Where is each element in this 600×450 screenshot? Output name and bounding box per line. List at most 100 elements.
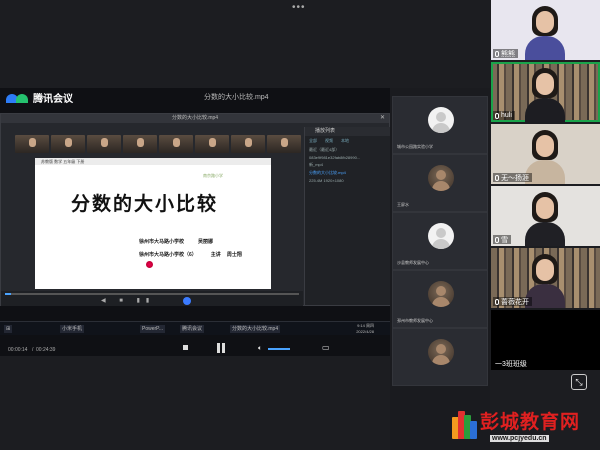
expand-icon[interactable]: ⤡ xyxy=(571,374,587,390)
meeting-playback-bar: 00:00:14 / 00:24:39 🔈︎ ▭ xyxy=(0,336,390,360)
video-tile[interactable]: 雪 xyxy=(491,186,600,246)
avatar xyxy=(428,223,454,249)
taskbar-item[interactable]: 分数的大小比较.mp4 xyxy=(230,325,281,333)
microphone-icon xyxy=(495,174,499,181)
book-logo-icon xyxy=(452,409,477,439)
participant-name: 城市公园路实验小学 xyxy=(397,144,433,149)
microphone-icon xyxy=(495,236,499,243)
person-face xyxy=(536,135,554,157)
taskbar-date: 2022/4/28 xyxy=(356,329,374,334)
slide-author-org: 徐州市大马路小学校 xyxy=(139,239,185,245)
slide-title: 分数的大小比较 xyxy=(71,193,219,215)
video-tile[interactable]: 熊熊 xyxy=(491,0,600,60)
player-title: 分数的大小比较.mp4 xyxy=(171,115,219,121)
participant-thumb xyxy=(87,135,121,153)
video-name-tag: 无～扬涯 xyxy=(493,173,532,182)
slide-header: 苏教版 数学 五年级 下册 xyxy=(35,158,271,165)
person-face xyxy=(536,73,554,95)
player-buttons[interactable]: ◀ ■ ▮▮ xyxy=(101,297,155,304)
participant-tile[interactable]: 城市公园路实验小学 xyxy=(392,96,488,154)
participant-thumb xyxy=(123,135,157,153)
video-name-tag: 熊熊 xyxy=(493,49,518,58)
participant-thumb xyxy=(51,135,85,153)
taskbar-time: 9:14 周四 xyxy=(357,323,374,328)
person-body xyxy=(525,98,565,122)
video-name: 蔷薇花开 xyxy=(501,298,529,306)
taskbar-clock: 9:14 周四 2022/4/28 xyxy=(356,323,374,335)
watermark-url: www.pcjyedu.cn xyxy=(490,435,549,442)
tencent-meeting-logo-icon xyxy=(6,93,30,103)
pause-icon[interactable] xyxy=(217,343,225,353)
participant-video xyxy=(525,192,565,246)
person-body xyxy=(525,36,565,60)
meeting-window: ••• 腾讯会议 分数的大小比较.mp4 分数的大小比较.mp4 ✕ 苏教版 数… xyxy=(0,0,600,450)
playlist-panel: 播放列表 全部 视频 本地 最近（最近4部） 083e9f981e32fab8f… xyxy=(304,127,390,305)
player-controls: ◀ ■ ▮▮ xyxy=(1,291,303,306)
stop-icon[interactable] xyxy=(183,345,188,350)
playlist-row-active[interactable]: 分数的大小比较.mp4 xyxy=(305,169,390,177)
participant-tile[interactable]: 沙县教师发展中心 xyxy=(392,212,488,270)
video-tile[interactable]: huli xyxy=(491,62,600,122)
start-icon[interactable]: ⊞ xyxy=(4,325,13,333)
playlist-tab[interactable]: 视频 xyxy=(325,138,333,144)
slide-presenter-org: 徐州市大马路小学校（6） xyxy=(139,252,197,258)
person-face xyxy=(536,259,554,281)
participant-thumb xyxy=(231,135,265,153)
more-icon[interactable]: ••• xyxy=(292,2,306,13)
participant-video xyxy=(525,6,565,60)
player-titlebar: 分数的大小比较.mp4 ✕ xyxy=(1,114,389,123)
video-name: 熊熊 xyxy=(501,50,515,58)
playlist-tab[interactable]: 本地 xyxy=(341,138,349,144)
participant-name: 王屏水 xyxy=(397,202,409,207)
video-tile[interactable]: 一3班班级 xyxy=(491,310,600,370)
shared-file-title: 分数的大小比较.mp4 xyxy=(204,94,269,101)
windows-taskbar: ⊞ 小米手机 PowerP... 腾讯会议 分数的大小比较.mp4 9:14 周… xyxy=(0,321,390,335)
elapsed-time: 00:00:14 xyxy=(8,347,28,353)
app-logo: 腾讯会议 xyxy=(6,90,73,105)
video-tile[interactable]: 无～扬涯 xyxy=(491,124,600,184)
video-name: 雪 xyxy=(501,236,508,244)
player-progress-bar[interactable] xyxy=(5,293,299,295)
app-name: 腾讯会议 xyxy=(33,94,73,105)
volume-slider[interactable] xyxy=(268,348,290,350)
video-player-window: 分数的大小比较.mp4 ✕ 苏教版 数学 五年级 下册 南京路小学 分数的大小比… xyxy=(0,113,390,306)
participant-thumb xyxy=(195,135,229,153)
microphone-icon xyxy=(495,112,499,119)
slide-emblem-icon xyxy=(146,261,153,268)
watermark-brand: 彭城教育网 xyxy=(480,411,581,433)
participant-thumb xyxy=(159,135,193,153)
close-icon[interactable]: ✕ xyxy=(380,114,385,123)
playlist-row: 225.4M 1920×1080 xyxy=(309,178,344,183)
subtitle-icon[interactable]: ▭ xyxy=(322,343,330,352)
playlist-row[interactable]: 最近（最近4部） xyxy=(305,146,390,154)
video-name: 无～扬涯 xyxy=(501,174,529,182)
person-face xyxy=(536,197,554,219)
video-name: huli xyxy=(501,112,512,119)
slide-author-line: 徐州市大马路小学校 吴丽娜 xyxy=(139,238,213,245)
taskbar-item[interactable]: 腾讯会议 xyxy=(180,325,205,333)
player-play-button[interactable] xyxy=(183,297,191,305)
participant-thumb xyxy=(267,135,301,153)
participant-name: 邳州市教师发展中心 xyxy=(397,318,433,323)
participant-tile[interactable] xyxy=(392,328,488,386)
video-name: 一3班班级 xyxy=(495,360,527,368)
avatar xyxy=(428,165,454,191)
video-thumbnail-strip xyxy=(15,135,301,153)
participant-tile[interactable]: 王屏水 xyxy=(392,154,488,212)
taskbar-item[interactable]: 小米手机 xyxy=(60,325,85,333)
taskbar-item[interactable]: PowerP... xyxy=(140,325,166,333)
playlist-row[interactable]: 新_mp4 xyxy=(305,161,390,169)
player-progress-fill xyxy=(5,293,11,295)
video-name-tag: huli xyxy=(493,111,515,120)
volume-icon[interactable]: 🔈︎ xyxy=(258,345,262,353)
video-name-tag: 雪 xyxy=(493,235,511,244)
video-tile[interactable]: 蔷薇花开 xyxy=(491,248,600,308)
participant-tile[interactable]: 邳州市教师发展中心 xyxy=(392,270,488,328)
time-separator: / xyxy=(32,347,34,353)
playlist-header: 播放列表 xyxy=(305,127,390,136)
playlist-tabs: 全部 视频 本地 xyxy=(305,136,390,146)
playlist-tab[interactable]: 全部 xyxy=(309,138,317,144)
person-face xyxy=(536,11,554,33)
playlist-row[interactable]: 083e9f981e32fab8fb28990... xyxy=(305,154,390,161)
slide-presenter-line: 徐州市大马路小学校（6） 主讲 周士翔 xyxy=(139,251,242,258)
